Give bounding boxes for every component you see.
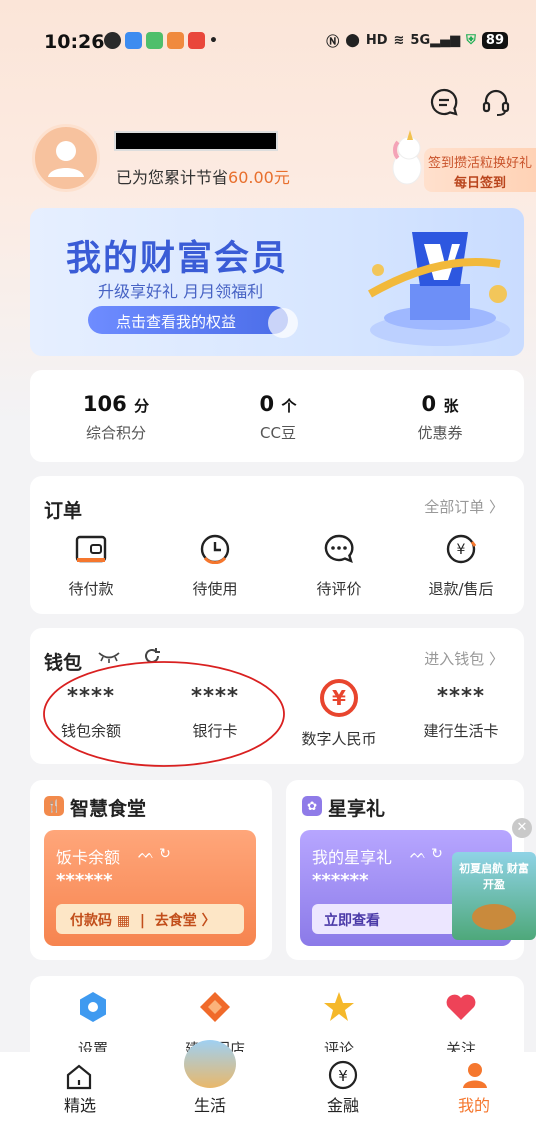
customer-service-icon[interactable] <box>480 86 512 118</box>
eye-closed-icon[interactable]: ᨓ ↻ <box>138 846 171 862</box>
shortcut-settings[interactable]: 设置 <box>38 990 148 1059</box>
all-orders-link[interactable]: 全部订单 〉 <box>424 496 504 517</box>
mine-icon <box>463 1063 487 1088</box>
star-gift-icon: ✿ <box>302 796 322 816</box>
username-redacted <box>114 131 278 151</box>
nfc-icon: Ⓝ <box>326 35 340 50</box>
annotation-ellipse <box>43 661 285 767</box>
floating-ad[interactable]: 初夏启航 财富开盈 <box>452 852 536 940</box>
floating-ad-text: 初夏启航 财富开盈 <box>459 862 529 891</box>
savings-amount: 60.00元 <box>228 168 290 187</box>
digital-rmb-icon: ¥ <box>320 679 358 717</box>
store-icon <box>200 992 230 1022</box>
savings-text: 已为您累计节省60.00元 <box>116 168 290 187</box>
system-icons: Ⓝ ⬤ HD ≋ 5G▂▄▆ ⛨ 89 <box>326 31 508 50</box>
meal-card[interactable]: 饭卡余额 ᨓ ↻ ****** 付款码 ▦ | 去食堂 〉 <box>44 830 256 946</box>
star-icon <box>324 992 354 1021</box>
view-now-button[interactable]: 立即查看 <box>312 904 462 934</box>
battery-icon: 89 <box>481 32 508 49</box>
tab-life[interactable]: 生活 <box>170 1092 250 1116</box>
user-icon <box>48 141 84 177</box>
star-gift-label: 我的星享礼 <box>312 848 393 867</box>
banner-title: 我的财富会员 <box>66 239 289 279</box>
notification-icons: • <box>104 32 218 49</box>
unicorn-mascot-icon <box>384 128 430 192</box>
order-refund[interactable]: ¥ 退款/售后 <box>406 534 516 599</box>
star-gift-masked: ****** <box>312 870 369 891</box>
daily-sign-in[interactable]: 签到攒活粒换好礼 每日签到 <box>384 128 536 192</box>
canteen-icon: 🍴 <box>44 796 64 816</box>
app-icon <box>167 32 184 49</box>
clock-icon <box>200 534 230 565</box>
wifi-icon: ≋ <box>393 33 405 48</box>
shield-icon: ⛨ <box>466 33 476 48</box>
life-building-icon <box>184 1040 236 1088</box>
wallet-icon <box>75 535 107 563</box>
sign-in-promo: 签到攒活粒换好礼 <box>428 156 533 171</box>
status-time: 10:26 <box>44 31 105 53</box>
location-icon: ⬤ <box>345 33 360 48</box>
app-icon <box>125 32 142 49</box>
avatar[interactable] <box>32 124 100 192</box>
signal-icon: 5G▂▄▆ <box>410 33 461 48</box>
tab-mine[interactable]: 我的 <box>434 1092 514 1116</box>
orders-title: 订单 <box>44 500 83 522</box>
tab-finance[interactable]: 金融 <box>303 1092 383 1116</box>
ad-island-icon <box>472 904 516 930</box>
stat-points[interactable]: 106 分 综合积分 <box>46 392 186 443</box>
tab-featured[interactable]: 精选 <box>40 1092 120 1116</box>
bottom-tab-bar: 精选 生活 金融 ¥ 我的 <box>0 1040 536 1139</box>
stat-coupons[interactable]: 0 张 优惠券 <box>370 392 510 443</box>
go-canteen-button[interactable]: 去食堂 <box>155 913 197 929</box>
shortcut-reviews[interactable]: 评论 <box>284 990 394 1059</box>
meal-actions[interactable]: 付款码 ▦ | 去食堂 〉 <box>56 904 244 934</box>
wechat-icon <box>104 32 121 49</box>
hd-icon: HD <box>365 33 388 48</box>
more-dot-icon: • <box>209 32 218 49</box>
orders-card: 订单 全部订单 〉 待付款 待使用 待评价 ¥ 退款/售后 <box>30 476 524 614</box>
meal-balance-masked: ****** <box>56 870 113 891</box>
shortcut-follow[interactable]: 关注 <box>406 990 516 1059</box>
vip-v-icon <box>368 232 510 346</box>
stats-card: 106 分 综合积分 0 个 CC豆 0 张 优惠券 <box>30 370 524 462</box>
meal-balance-label: 饭卡余额 <box>56 848 121 867</box>
svg-text:¥: ¥ <box>457 542 466 558</box>
enter-wallet-link[interactable]: 进入钱包 〉 <box>424 648 504 669</box>
stat-cc-beans[interactable]: 0 个 CC豆 <box>208 392 348 443</box>
comment-icon <box>324 534 354 564</box>
home-icon <box>66 1064 92 1090</box>
sign-in-label: 每日签到 <box>454 176 507 191</box>
svg-text:¥: ¥ <box>338 1067 348 1085</box>
status-bar: 10:26 • Ⓝ ⬤ HD ≋ 5G▂▄▆ ⛨ 89 <box>0 28 536 60</box>
star-gift-title: 星享礼 <box>328 798 386 820</box>
app-icon <box>188 32 205 49</box>
wealth-member-banner[interactable]: 我的财富会员 升级享好礼 月月领福利 点击查看我的权益 <box>30 208 524 356</box>
canteen-title: 智慧食堂 <box>70 798 147 820</box>
ccb-life-card[interactable]: **** 建行生活卡 <box>406 684 516 741</box>
app-icon <box>146 32 163 49</box>
eye-closed-icon[interactable]: ᨓ ↻ <box>410 846 443 862</box>
message-icon[interactable] <box>428 86 460 118</box>
order-pending-payment[interactable]: 待付款 <box>36 534 146 599</box>
order-to-use[interactable]: 待使用 <box>160 534 270 599</box>
tap-hand-icon <box>268 308 298 338</box>
banner-subtitle: 升级享好礼 月月领福利 <box>98 282 264 301</box>
settings-icon <box>80 992 106 1022</box>
order-to-review[interactable]: 待评价 <box>284 534 394 599</box>
refund-icon: ¥ <box>446 534 477 564</box>
pay-code-button[interactable]: 付款码 <box>70 913 112 929</box>
yuan-icon: ¥ <box>328 1060 358 1090</box>
digital-rmb[interactable]: ¥ 数字人民币 <box>284 678 394 749</box>
svg-text:¥: ¥ <box>332 686 346 710</box>
banner-button[interactable]: 点击查看我的权益 <box>88 306 288 334</box>
close-icon[interactable]: ✕ <box>512 818 532 838</box>
heart-icon <box>446 994 476 1020</box>
